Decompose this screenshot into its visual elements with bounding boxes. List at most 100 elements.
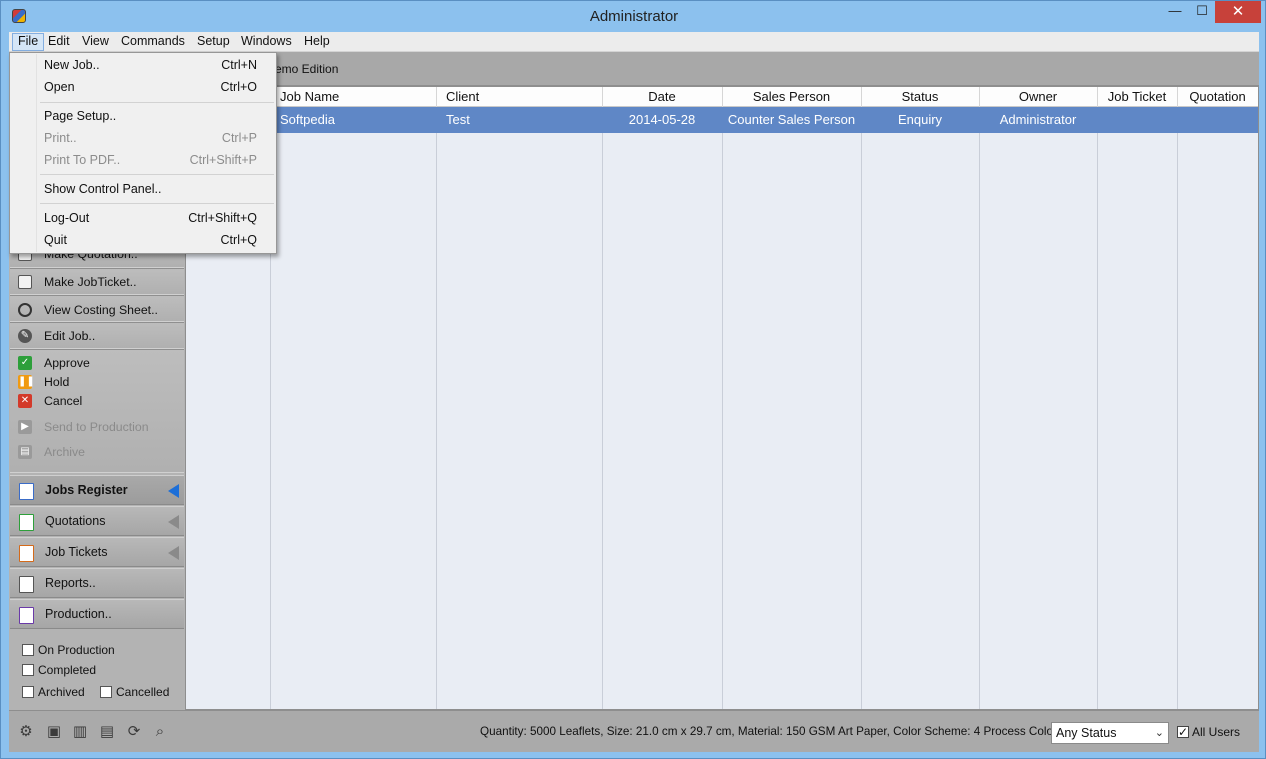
edition-label: emo Edition (275, 62, 339, 76)
menu-page-setup-label: Page Setup.. (44, 109, 117, 123)
cancel-icon: ✕ (18, 394, 32, 408)
menu-windows[interactable]: Windows (236, 33, 297, 51)
ticket-icon (18, 275, 32, 289)
table-header: Job Name Client Date Sales Person Status… (186, 87, 1258, 107)
menu-file[interactable]: File (12, 33, 45, 51)
filter-archived[interactable]: Archived (22, 685, 85, 701)
sidebar-group-status-actions: ✓ Approve ❚❚ Hold ✕ Cancel ▶ Send to Pro… (10, 349, 184, 473)
column-header-quotation[interactable]: Quotation (1177, 89, 1258, 104)
job-summary-text: Quantity: 5000 Leaflets, Size: 21.0 cm x… (480, 725, 1070, 738)
edition-banner: emo Edition (185, 52, 1259, 86)
menu-print-to-pdf[interactable]: Print To PDF.. Ctrl+Shift+P (11, 149, 275, 171)
nav-production[interactable]: Production.. (10, 599, 184, 629)
cell-sales-person: Counter Sales Person (727, 112, 856, 127)
menu-print-to-pdf-label: Print To PDF.. (44, 153, 121, 167)
jobs-table: Job Name Client Date Sales Person Status… (185, 86, 1259, 710)
menu-new-job-shortcut: Ctrl+N (221, 58, 257, 72)
nav-reports-label: Reports.. (45, 576, 96, 590)
menu-log-out-label: Log-Out (44, 211, 90, 225)
all-users-checkbox[interactable]: All Users (1177, 724, 1240, 740)
column-line (602, 107, 603, 709)
cell-client: Test (446, 112, 470, 127)
send-to-production-label: Send to Production (44, 420, 149, 434)
menu-new-job-label: New Job.. (44, 58, 100, 72)
nav-production-label: Production.. (45, 607, 112, 621)
filter-on-production[interactable]: On Production (22, 643, 115, 659)
column-header-job-ticket[interactable]: Job Ticket (1097, 89, 1177, 104)
menu-edit[interactable]: Edit (43, 33, 75, 51)
arrow-icon (168, 546, 179, 560)
nav-job-tickets[interactable]: Job Tickets (10, 537, 184, 567)
menu-new-job[interactable]: New Job.. Ctrl+N (11, 54, 275, 76)
menu-bar: File Edit View Commands Setup Windows He… (9, 32, 1259, 52)
column-header-client[interactable]: Client (446, 89, 479, 104)
nav-jobs-register[interactable]: Jobs Register (10, 475, 184, 505)
edit-job-label: Edit Job.. (44, 329, 96, 343)
filter-completed-label: Completed (38, 663, 97, 677)
jobs-register-icon (19, 483, 34, 500)
settings-gear-icon[interactable]: ⚙ (17, 723, 35, 741)
filter-cancelled[interactable]: Cancelled (100, 685, 169, 701)
eye-icon (18, 303, 32, 317)
chevron-down-icon: ⌄ (1154, 727, 1164, 739)
checkbox-icon[interactable] (22, 664, 34, 676)
status-filter-select[interactable]: Any Status ⌄ (1051, 722, 1169, 744)
barcode-icon[interactable]: ▥ (71, 723, 89, 741)
column-header-sales-person[interactable]: Sales Person (722, 89, 861, 104)
column-line (722, 107, 723, 709)
title-bar: Administrator — ☐ ✕ (1, 1, 1266, 31)
maximize-button[interactable]: ☐ (1189, 1, 1215, 23)
menu-open-shortcut: Ctrl+O (220, 80, 257, 94)
menu-separator (40, 102, 274, 103)
menu-commands[interactable]: Commands (116, 33, 190, 51)
cell-owner: Administrator (999, 112, 1077, 127)
reports-icon (19, 576, 34, 593)
nav-quotations[interactable]: Quotations (10, 506, 184, 536)
nav-job-tickets-label: Job Tickets (45, 545, 108, 559)
column-header-job-name[interactable]: Job Name (280, 89, 339, 104)
make-jobticket-label: Make JobTicket.. (44, 275, 137, 289)
close-button[interactable]: ✕ (1215, 1, 1261, 23)
filter-completed[interactable]: Completed (22, 663, 96, 679)
nav-reports[interactable]: Reports.. (10, 568, 184, 598)
menu-quit[interactable]: Quit Ctrl+Q (11, 229, 275, 251)
active-arrow-icon (168, 484, 179, 498)
menu-page-setup[interactable]: Page Setup.. (11, 105, 275, 127)
menu-print[interactable]: Print.. Ctrl+P (11, 127, 275, 149)
cell-status: Enquiry (897, 112, 943, 127)
menu-separator (40, 174, 274, 175)
checked-box-icon[interactable] (1177, 724, 1189, 740)
column-line (1177, 107, 1178, 709)
checkbox-icon[interactable] (100, 686, 112, 698)
checkbox-icon[interactable] (22, 644, 34, 656)
printer-icon[interactable]: ▤ (98, 723, 116, 741)
table-row[interactable]: Softpedia Test 2014-05-28 Counter Sales … (186, 107, 1258, 133)
filter-on-production-label: On Production (38, 643, 115, 657)
checkbox-icon[interactable] (22, 686, 34, 698)
refresh-icon[interactable]: ⟳ (125, 723, 143, 741)
minimize-button[interactable]: — (1161, 1, 1189, 23)
menu-quit-shortcut: Ctrl+Q (220, 233, 257, 247)
filter-cancelled-label: Cancelled (116, 685, 170, 699)
menu-log-out[interactable]: Log-Out Ctrl+Shift+Q (11, 207, 275, 229)
arrow-icon (168, 515, 179, 529)
column-header-status[interactable]: Status (861, 89, 979, 104)
menu-help[interactable]: Help (299, 33, 335, 51)
check-icon: ✓ (18, 356, 32, 370)
column-header-date[interactable]: Date (602, 89, 722, 104)
menu-print-label: Print.. (44, 131, 77, 145)
nav-quotations-label: Quotations (45, 514, 106, 528)
approve-label: Approve (44, 356, 90, 370)
sidebar-group-jobticket: Make JobTicket.. (10, 268, 184, 295)
menu-view[interactable]: View (77, 33, 114, 51)
header-divider[interactable] (436, 87, 437, 107)
menu-show-control-panel[interactable]: Show Control Panel.. (11, 178, 275, 200)
menu-setup[interactable]: Setup (192, 33, 235, 51)
menu-separator (40, 203, 274, 204)
menu-open[interactable]: Open Ctrl+O (11, 76, 275, 98)
cancel-label: Cancel (44, 394, 83, 408)
search-icon[interactable]: ⌕ (151, 723, 169, 741)
sidebar-group-edit: ✎ Edit Job.. (10, 322, 184, 349)
column-header-owner[interactable]: Owner (979, 89, 1097, 104)
contacts-book-icon[interactable]: ▣ (45, 723, 63, 741)
